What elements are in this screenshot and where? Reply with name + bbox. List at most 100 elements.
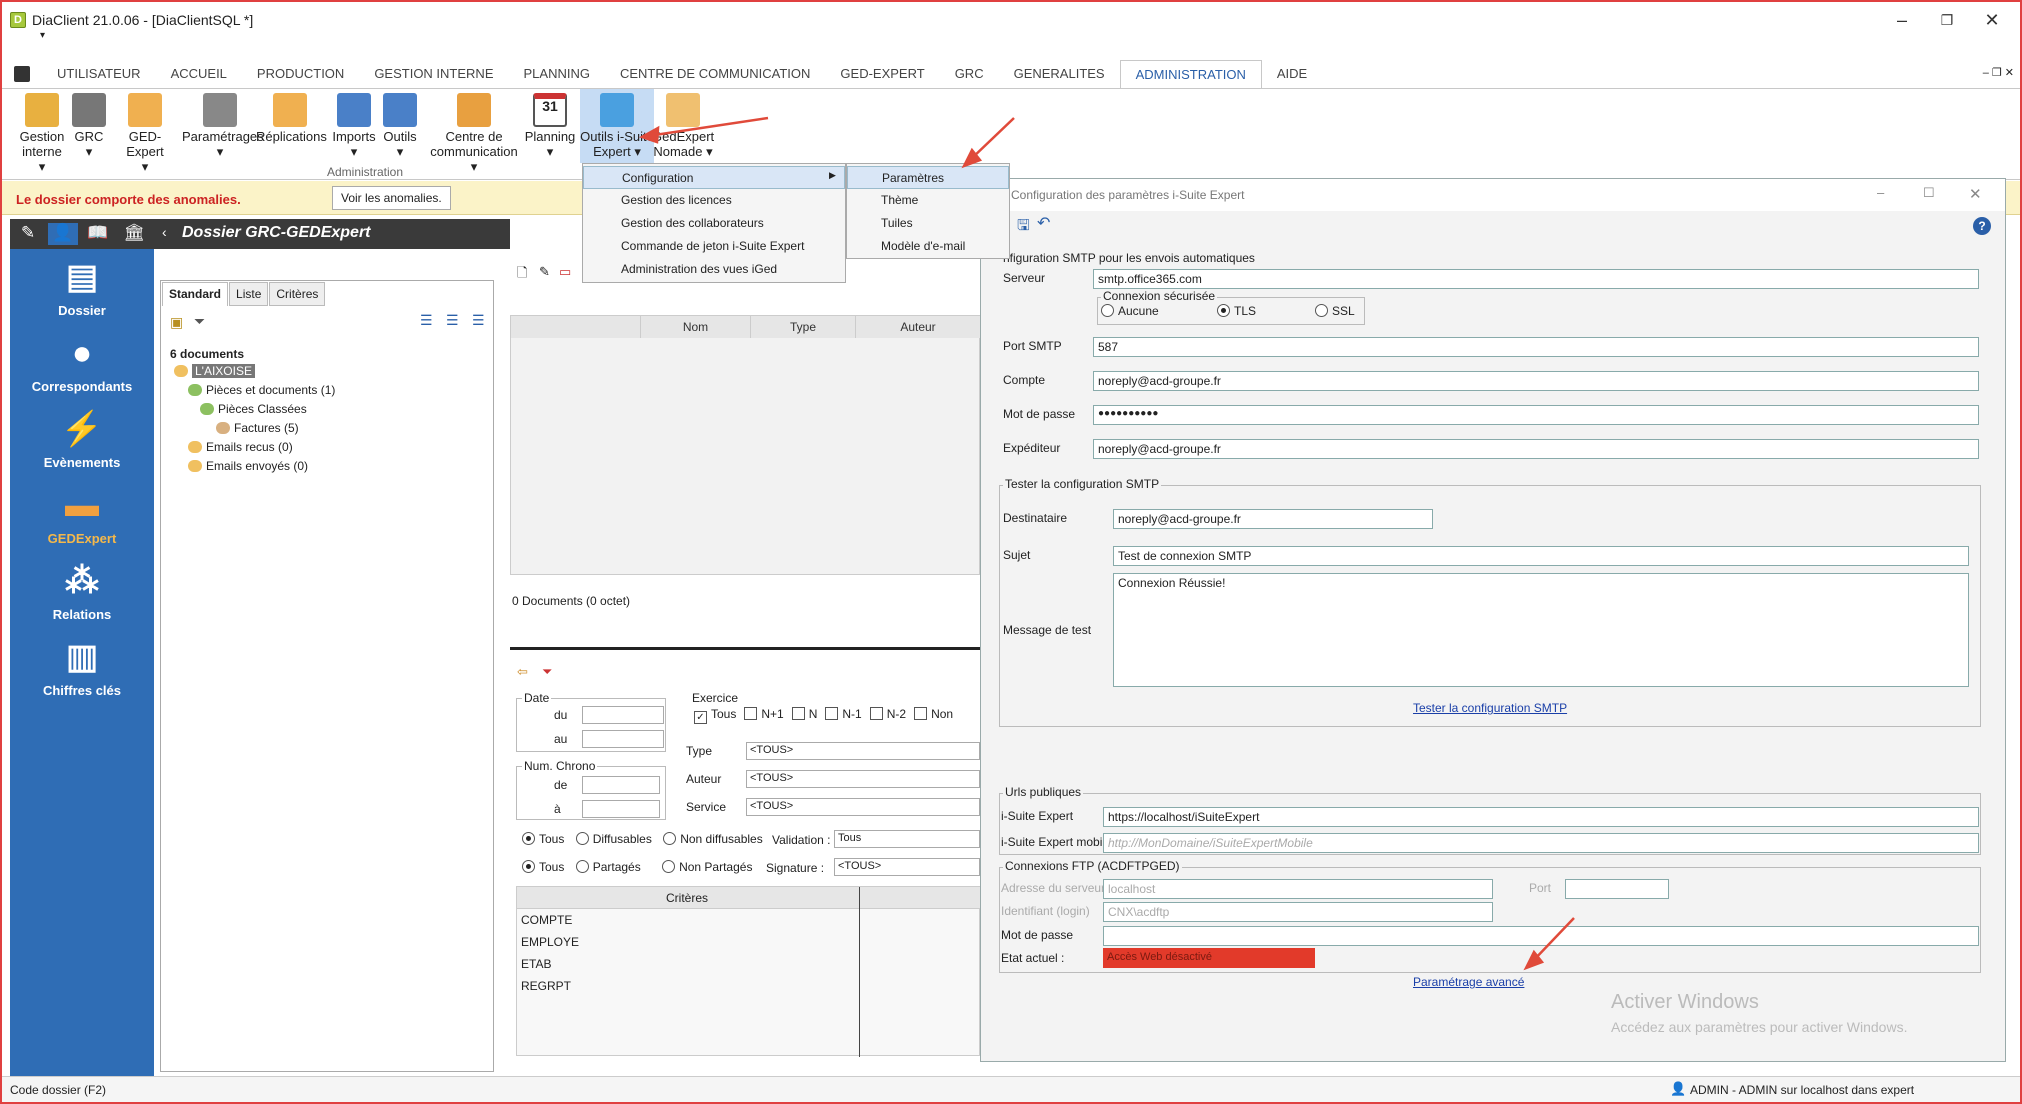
tab-liste[interactable]: Liste <box>229 282 269 306</box>
ribbon-button-2[interactable]: GED-Expert ▾ <box>112 93 178 174</box>
checkbox[interactable] <box>914 707 928 720</box>
restore-button[interactable]: ❐ <box>1927 6 1967 34</box>
menu-tab-gestion-interne[interactable]: GESTION INTERNE <box>359 60 508 88</box>
isuite-url-input[interactable]: https://localhost/iSuiteExpert <box>1103 807 1979 827</box>
column-header-auteur[interactable]: Auteur <box>856 316 981 338</box>
menu-tab-production[interactable]: PRODUCTION <box>242 60 359 88</box>
checkbox[interactable] <box>791 707 805 720</box>
menu-tab-ged-expert[interactable]: GED-EXPERT <box>825 60 939 88</box>
bank-icon[interactable]: 🏛 <box>122 223 146 245</box>
menu-tab-utilisateur[interactable]: UTILISATEUR <box>42 60 156 88</box>
column-header-nom[interactable]: Nom <box>641 316 751 338</box>
ribbon-button-10[interactable]: GedExpert Nomade ▾ <box>652 93 714 159</box>
isuite-mobile-input[interactable]: http://MonDomaine/iSuiteExpertMobile <box>1103 833 1979 853</box>
person-icon[interactable]: 👤 <box>48 223 78 245</box>
menu-tab-grc[interactable]: GRC <box>940 60 999 88</box>
sidebar-item-ev-nements[interactable]: ⚡ Evènements <box>10 409 154 470</box>
conn-radio-tls[interactable]: TLS <box>1217 304 1256 318</box>
exercice-option[interactable]: Non <box>914 707 953 724</box>
menu-item-tuiles[interactable]: Tuiles <box>847 212 1009 235</box>
sidebar-item-chiffres-cl-s[interactable]: ▥ Chiffres clés <box>10 637 154 698</box>
ribbon-button-8[interactable]: 31 Planning ▾ <box>522 93 578 159</box>
ribbon-button-1[interactable]: GRC ▾ <box>72 93 106 159</box>
port-input[interactable]: 587 <box>1093 337 1979 357</box>
sidebar-item-relations[interactable]: ⁂ Relations <box>10 561 154 622</box>
radio-partages[interactable] <box>575 860 589 873</box>
criteria-row[interactable]: COMPTE <box>521 913 572 927</box>
edit-icon[interactable]: ✎ <box>16 223 40 245</box>
ftp-password-input[interactable] <box>1103 926 1979 946</box>
ribbon-button-7[interactable]: Centre de communication ▾ <box>426 93 522 174</box>
panel-divider[interactable] <box>510 647 980 650</box>
app-icon[interactable]: D <box>10 12 26 28</box>
book-icon[interactable]: 📖 <box>86 223 110 245</box>
dialog-close-button[interactable]: ✕ <box>1969 185 1982 203</box>
clear-filter-icon[interactable]: ⏷ <box>542 664 552 680</box>
conn-radio-aucune[interactable]: Aucune <box>1101 304 1159 318</box>
tab-standard[interactable]: Standard <box>162 282 229 306</box>
radio-non-partages[interactable] <box>662 860 676 873</box>
ribbon-button-9[interactable]: Outils i-Suite Expert ▾ <box>580 89 654 163</box>
serveur-input[interactable]: smtp.office365.com <box>1093 269 1979 289</box>
view-anomalies-button[interactable]: Voir les anomalies. <box>332 186 451 210</box>
test-smtp-link[interactable]: Tester la configuration SMTP <box>1413 701 1567 715</box>
conn-radio-ssl[interactable]: SSL <box>1315 304 1355 318</box>
quick-access-toolbar-icon[interactable]: ▾ <box>40 30 45 41</box>
message-textarea[interactable]: Connexion Réussie! <box>1113 573 1969 687</box>
column-header-type[interactable]: Type <box>751 316 856 338</box>
edit-document-icon[interactable]: ✎ <box>539 264 550 280</box>
compte-input[interactable]: noreply@acd-groupe.fr <box>1093 371 1979 391</box>
radio-diffusables[interactable] <box>575 832 589 845</box>
date-to-input[interactable] <box>582 730 664 748</box>
ribbon-button-6[interactable]: Outils ▾ <box>380 93 420 159</box>
radio-tous-partage[interactable] <box>522 860 535 873</box>
criteria-row[interactable]: REGRPT <box>521 979 571 993</box>
sidebar-item-correspondants[interactable]: ● Correspondants <box>10 333 154 394</box>
menu-item-commande-de-jeton-i-suite-expert[interactable]: Commande de jeton i-Suite Expert <box>583 235 845 258</box>
filter-folder-icon[interactable]: ⇦ <box>517 664 528 680</box>
print-icon[interactable]: ▭ <box>559 264 571 280</box>
destinataire-input[interactable]: noreply@acd-groupe.fr <box>1113 509 1433 529</box>
password-input[interactable]: ●●●●●●●●●● <box>1093 405 1979 425</box>
criteria-row[interactable]: EMPLOYE <box>521 935 579 949</box>
filter-icon[interactable]: ⏷ <box>194 313 205 330</box>
help-icon[interactable]: ? <box>1973 217 1991 235</box>
ribbon-button-3[interactable]: Paramétrages ▾ <box>182 93 264 159</box>
menu-item-param-tres[interactable]: Paramètres <box>847 166 1009 189</box>
criteria-header-label[interactable]: Critères <box>517 891 857 905</box>
menu-item-th-me[interactable]: Thème <box>847 189 1009 212</box>
menu-tab-aide[interactable]: AIDE <box>1262 60 1322 88</box>
tree-node[interactable]: Pièces et documents (1) <box>188 383 335 397</box>
radio-non-diffusables[interactable] <box>663 832 677 845</box>
sidebar-item-gedexpert[interactable]: ▬ GEDExpert <box>10 485 154 546</box>
checkbox[interactable] <box>744 707 758 720</box>
menu-item-gestion-des-licences[interactable]: Gestion des licences <box>583 189 845 212</box>
tree-node[interactable]: Emails recus (0) <box>188 440 293 454</box>
dialog-maximize-button[interactable]: ☐ <box>1923 185 1935 201</box>
menu-item-mod-le-d-e-mail[interactable]: Modèle d'e-mail <box>847 235 1009 258</box>
menu-item-configuration[interactable]: Configuration <box>583 166 845 189</box>
save-icon[interactable]: 🖫 <box>1017 215 1030 240</box>
ribbon-button-0[interactable]: Gestion interne ▾ <box>18 93 66 174</box>
mdi-window-controls[interactable]: – ❐ ✕ <box>1983 66 2014 79</box>
exercice-option[interactable]: N <box>791 707 817 724</box>
menu-tab-centre-de-communication[interactable]: CENTRE DE COMMUNICATION <box>605 60 825 88</box>
auteur-select[interactable]: <TOUS> <box>746 770 980 788</box>
sujet-input[interactable]: Test de connexion SMTP <box>1113 546 1969 566</box>
exercice-option[interactable]: N+1 <box>744 707 784 724</box>
chevron-left-icon[interactable]: ‹ <box>162 224 167 240</box>
tree-node[interactable]: L'AIXOISE <box>174 364 255 378</box>
new-document-icon[interactable]: 🗋 <box>517 264 527 286</box>
minimize-button[interactable]: – <box>1882 6 1922 34</box>
menu-item-gestion-des-collaborateurs[interactable]: Gestion des collaborateurs <box>583 212 845 235</box>
exercice-option[interactable]: ✓ Tous <box>694 707 736 724</box>
expediteur-input[interactable]: noreply@acd-groupe.fr <box>1093 439 1979 459</box>
menu-tab-administration[interactable]: ADMINISTRATION <box>1119 60 1262 88</box>
tree-options-icon[interactable]: ☰ <box>472 312 485 329</box>
collapse-tree-icon[interactable]: ☰ <box>446 312 459 329</box>
validation-select[interactable]: Tous <box>834 830 980 848</box>
advanced-settings-link[interactable]: Paramétrage avancé <box>1413 975 1524 989</box>
checkbox[interactable] <box>869 707 883 720</box>
ribbon-button-4[interactable]: Réplications <box>256 93 327 144</box>
menu-tab-generalites[interactable]: GENERALITES <box>999 60 1120 88</box>
